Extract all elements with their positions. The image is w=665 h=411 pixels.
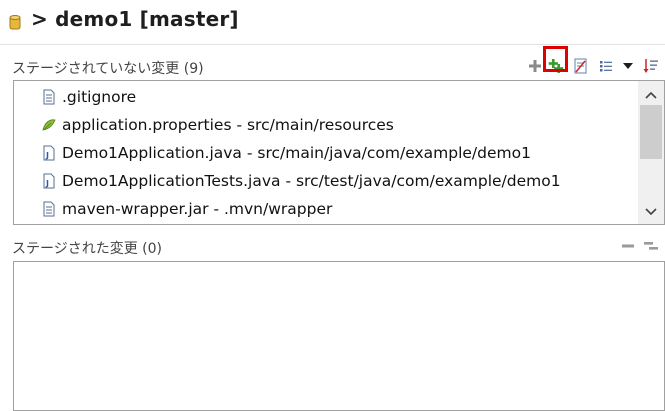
file-name: application.properties - src/main/resour… xyxy=(62,116,394,134)
sort-button[interactable] xyxy=(643,58,659,74)
repository-header: > demo1 [master] xyxy=(0,0,665,40)
staged-changes-header: ステージされた変更 (0) xyxy=(0,232,665,260)
add-to-index-icon xyxy=(529,60,541,72)
add-to-index-button[interactable] xyxy=(527,58,543,74)
tree-presentation-icon xyxy=(600,61,612,72)
ignore-file-icon xyxy=(574,58,587,74)
scroll-up-icon[interactable] xyxy=(644,90,658,100)
repository-title: > demo1 [master] xyxy=(31,7,239,31)
list-item[interactable]: J Demo1Application.java - src/main/java/… xyxy=(42,139,531,167)
view-menu-button[interactable] xyxy=(620,58,636,74)
java-file-icon: J xyxy=(43,173,55,189)
list-item[interactable]: .gitignore xyxy=(42,83,136,111)
properties-file-icon xyxy=(42,119,56,131)
staged-changes-title: ステージされた変更 (0) xyxy=(12,241,163,257)
unstaged-file-list[interactable]: .gitignore application.properties - src/… xyxy=(13,80,665,225)
list-item[interactable]: J Demo1ApplicationTests.java - src/test/… xyxy=(42,167,561,195)
add-all-button-highlight xyxy=(543,46,568,72)
tree-presentation-button[interactable] xyxy=(598,58,614,74)
remove-from-index-icon xyxy=(622,244,634,248)
svg-text:J: J xyxy=(45,179,49,188)
list-item[interactable]: application.properties - src/main/resour… xyxy=(42,111,394,139)
staged-file-list[interactable] xyxy=(13,261,665,411)
remove-from-index-button[interactable] xyxy=(620,238,636,254)
unstaged-changes-title: ステージされていない変更 (9) xyxy=(12,61,204,77)
ignore-file-button[interactable] xyxy=(573,58,589,74)
vertical-scrollbar[interactable] xyxy=(638,81,664,224)
text-file-icon xyxy=(43,89,55,105)
file-name: maven-wrapper.jar - .mvn/wrapper xyxy=(62,200,333,218)
java-file-icon: J xyxy=(43,145,55,161)
scrollbar-thumb[interactable] xyxy=(640,105,662,159)
remove-all-from-index-button[interactable] xyxy=(643,238,659,254)
text-file-icon xyxy=(43,201,55,217)
repository-icon xyxy=(9,15,21,30)
view-menu-dropdown-icon xyxy=(623,63,633,69)
file-name: .gitignore xyxy=(62,88,137,106)
file-name: Demo1ApplicationTests.java - src/test/ja… xyxy=(62,172,561,190)
header-divider xyxy=(0,44,665,45)
sort-icon xyxy=(643,59,658,73)
remove-all-from-index-icon xyxy=(644,242,658,250)
svg-text:J: J xyxy=(45,151,49,160)
list-item[interactable]: maven-wrapper.jar - .mvn/wrapper xyxy=(42,195,332,223)
file-name: Demo1Application.java - src/main/java/co… xyxy=(62,144,531,162)
scroll-down-icon[interactable] xyxy=(644,207,658,217)
